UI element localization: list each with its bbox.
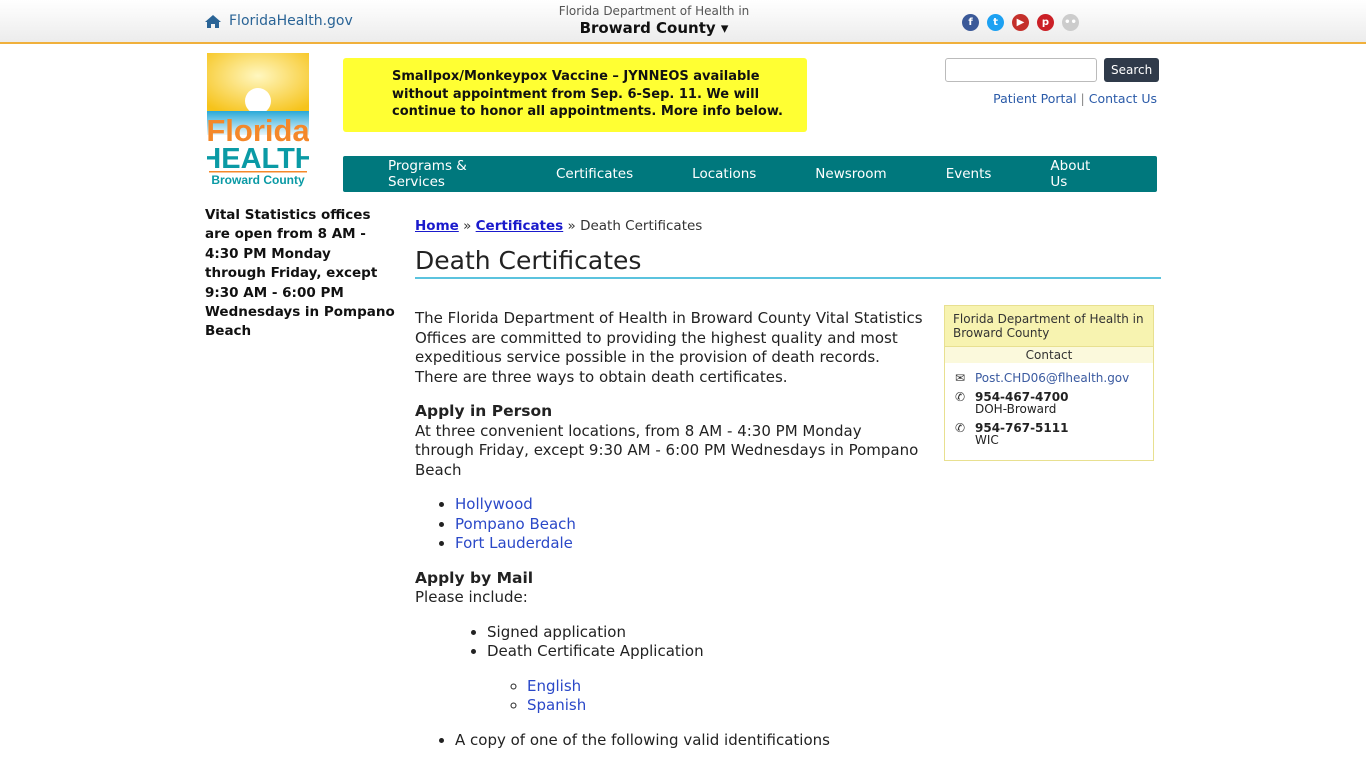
flickr-icon[interactable]: ••: [1062, 14, 1079, 31]
florida-health-logo[interactable]: Florida HEALTH Broward County: [200, 53, 316, 188]
apply-by-mail-heading: Apply by Mail: [415, 568, 534, 587]
contact-box-header: Florida Department of Health in Broward …: [945, 306, 1153, 347]
home-link-label: FloridaHealth.gov: [229, 13, 353, 29]
apply-by-mail-text: Please include:: [415, 588, 528, 606]
dept-label: Florida Department of Health in: [558, 4, 750, 18]
pinterest-icon[interactable]: p: [1037, 14, 1054, 31]
list-item: Signed application: [487, 623, 925, 643]
english-application-link[interactable]: English: [527, 677, 581, 695]
contact-box: Florida Department of Health in Broward …: [944, 305, 1154, 461]
nav-certificates[interactable]: Certificates: [556, 166, 633, 182]
apply-in-person-text: At three convenient locations, from 8 AM…: [415, 421, 919, 479]
phone-icon: ✆: [955, 421, 966, 435]
search-button[interactable]: Search: [1104, 58, 1160, 82]
svg-text:Broward County: Broward County: [211, 173, 305, 187]
breadcrumb: Home » Certificates » Death Certificates: [415, 218, 1161, 234]
location-link-hollywood[interactable]: Hollywood: [455, 495, 533, 513]
envelope-icon: ✉: [955, 371, 966, 385]
search-form: Search: [945, 58, 1160, 82]
main-nav: Programs & Services Certificates Locations…: [343, 156, 1157, 192]
breadcrumb-sep: »: [563, 218, 581, 234]
page-title: Death Certificates: [415, 246, 1161, 279]
top-bar: FloridaHealth.gov Florida Department of …: [0, 0, 1366, 44]
phone-label: WIC: [975, 433, 999, 447]
nav-about-us[interactable]: About Us: [1050, 158, 1098, 190]
county-dropdown[interactable]: Broward County ▾: [540, 19, 768, 37]
nav-locations[interactable]: Locations: [692, 166, 756, 182]
spanish-application-link[interactable]: Spanish: [527, 696, 586, 714]
youtube-icon[interactable]: ▶: [1012, 14, 1029, 31]
nav-newsroom[interactable]: Newsroom: [815, 166, 886, 182]
email-link[interactable]: Post.CHD06@flhealth.gov: [975, 372, 1129, 384]
separator: |: [1076, 91, 1089, 106]
search-input[interactable]: [945, 58, 1097, 82]
social-links: f t ▶ p ••: [962, 14, 1079, 31]
locations-list: Hollywood Pompano Beach Fort Lauderdale: [415, 495, 925, 554]
list-item: Death Certificate Application: [487, 642, 704, 660]
list-item: A copy of one of the following valid ide…: [455, 731, 925, 751]
contact-box-title: Contact: [945, 347, 1153, 363]
breadcrumb-sep: »: [458, 218, 476, 234]
office-hours-note: Vital Statistics offices are open from 8…: [205, 207, 395, 340]
breadcrumb-current: Death Certificates: [580, 218, 703, 234]
phone-label: DOH-Broward: [975, 402, 1057, 416]
twitter-icon[interactable]: t: [987, 14, 1004, 31]
nav-events[interactable]: Events: [946, 166, 992, 182]
location-link-fort-lauderdale[interactable]: Fort Lauderdale: [455, 534, 573, 552]
floridahealth-home-link[interactable]: FloridaHealth.gov: [205, 13, 353, 29]
language-list: English Spanish: [487, 677, 925, 716]
nav-programs-services[interactable]: Programs & Services: [388, 158, 497, 190]
apply-in-person-heading: Apply in Person: [415, 402, 553, 420]
article-body: The Florida Department of Health in Brow…: [415, 309, 925, 750]
phone-icon: ✆: [955, 390, 966, 404]
breadcrumb-certificates[interactable]: Certificates: [476, 218, 564, 234]
patient-portal-link[interactable]: Patient Portal: [993, 91, 1076, 106]
county-selector[interactable]: Florida Department of Health in Broward …: [540, 4, 768, 37]
intro-text: The Florida Department of Health in Brow…: [415, 309, 923, 386]
main-content: Home » Certificates » Death Certificates…: [415, 218, 1161, 765]
svg-text:HEALTH: HEALTH: [207, 143, 309, 175]
utility-links: Patient Portal | Contact Us: [993, 91, 1157, 106]
location-link-pompano-beach[interactable]: Pompano Beach: [455, 515, 576, 533]
breadcrumb-home[interactable]: Home: [415, 218, 459, 234]
id-list: A copy of one of the following valid ide…: [415, 731, 925, 751]
facebook-icon[interactable]: f: [962, 14, 979, 31]
contact-us-link[interactable]: Contact Us: [1089, 91, 1157, 106]
mail-requirements-list: Signed application Death Certificate App…: [415, 623, 925, 716]
vaccine-alert-banner: Smallpox/Monkeypox Vaccine – JYNNEOS ava…: [343, 58, 807, 132]
home-icon: [205, 15, 221, 28]
